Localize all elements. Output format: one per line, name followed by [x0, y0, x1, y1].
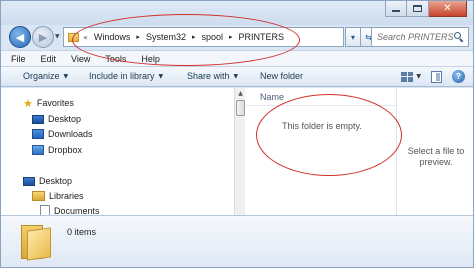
- dropdown-arrow-icon: ▼: [63, 72, 69, 80]
- chevron-down-icon: ▾: [350, 32, 355, 42]
- minimize-button[interactable]: [385, 1, 407, 17]
- file-list[interactable]: Name This folder is empty.: [246, 88, 396, 215]
- menu-bar: File Edit View Tools Help: [1, 50, 473, 66]
- dropbox-icon: [32, 145, 44, 155]
- nav-item-label: Downloads: [48, 129, 93, 139]
- change-view-icon[interactable]: [401, 71, 414, 82]
- folder-icon: [21, 225, 51, 261]
- recent-pages-dropdown[interactable]: ▼: [55, 33, 60, 40]
- scroll-up-icon[interactable]: ▲: [235, 88, 246, 99]
- maximize-icon: [413, 5, 422, 12]
- breadcrumb-windows[interactable]: Windows: [94, 32, 131, 42]
- nav-item-dropbox[interactable]: Dropbox: [32, 143, 82, 157]
- nav-item-label: Desktop: [48, 114, 82, 124]
- share-with-button[interactable]: Share with ▼: [187, 71, 238, 81]
- breadcrumb-overflow-chevron[interactable]: «: [83, 33, 88, 42]
- details-pane: 0 items: [1, 215, 473, 267]
- explorer-window: ✕ ◀ ▶ ▼ « Windows ▸ System32 ▸ spool ▸ P…: [0, 0, 474, 268]
- nav-item-desktop[interactable]: Desktop: [32, 112, 81, 126]
- minimize-icon: [392, 9, 400, 12]
- preview-pane-icon[interactable]: [431, 70, 442, 83]
- title-bar: ✕: [1, 1, 473, 25]
- nav-item-label: Libraries: [49, 191, 84, 201]
- libraries-icon: [32, 191, 45, 201]
- search-input[interactable]: Search PRINTERS: [371, 27, 469, 47]
- scroll-thumb[interactable]: [236, 100, 245, 116]
- dropdown-arrow-icon: ▼: [158, 72, 164, 80]
- breadcrumb-spool[interactable]: spool: [201, 32, 223, 42]
- nav-item-favorites[interactable]: ★ Favorites: [23, 96, 74, 110]
- menu-edit[interactable]: Edit: [41, 54, 57, 64]
- nav-item-libraries[interactable]: Libraries: [32, 189, 84, 203]
- empty-folder-message: This folder is empty.: [282, 121, 362, 131]
- organize-button[interactable]: Organize ▼: [23, 71, 68, 81]
- view-controls: ▼ ?: [401, 70, 465, 83]
- nav-item-desktop-root[interactable]: Desktop: [23, 174, 72, 188]
- new-folder-label: New folder: [260, 71, 304, 81]
- close-icon: ✕: [443, 3, 452, 14]
- nav-item-downloads[interactable]: Downloads: [32, 127, 93, 141]
- breadcrumb-separator-icon[interactable]: ▸: [192, 33, 196, 41]
- column-header-label: Name: [260, 91, 285, 102]
- menu-view[interactable]: View: [71, 54, 90, 64]
- breadcrumb-system32[interactable]: System32: [146, 32, 186, 42]
- organize-label: Organize: [23, 71, 60, 81]
- nav-item-label: Dropbox: [48, 145, 83, 155]
- folder-icon: [68, 32, 79, 42]
- caption-buttons: ✕: [385, 1, 467, 17]
- include-in-library-label: Include in library: [89, 71, 155, 81]
- navigation-row: ◀ ▶ ▼ « Windows ▸ System32 ▸ spool ▸ PRI…: [1, 25, 473, 49]
- preview-pane: Select a file to preview.: [396, 88, 473, 215]
- back-button[interactable]: ◀: [9, 26, 31, 48]
- new-folder-button[interactable]: New folder: [260, 71, 303, 81]
- item-count: 0 items: [67, 227, 97, 237]
- forward-button[interactable]: ▶: [32, 26, 54, 48]
- dropdown-arrow-icon: ▼: [233, 72, 239, 80]
- breadcrumb-separator-icon[interactable]: ▸: [229, 33, 233, 41]
- nav-item-label: Favorites: [36, 98, 74, 108]
- arrow-left-icon: ◀: [15, 30, 25, 44]
- menu-tools[interactable]: Tools: [105, 54, 126, 64]
- downloads-icon: [32, 129, 44, 139]
- desktop-icon: [23, 176, 35, 186]
- arrow-right-icon: ▶: [38, 30, 48, 44]
- command-bar: Organize ▼ Include in library ▼ Share wi…: [1, 66, 473, 87]
- navigation-pane: ★ Favorites Desktop Downloads Dropbox De…: [1, 88, 234, 217]
- nav-item-label: Desktop: [39, 176, 73, 186]
- help-icon[interactable]: ?: [452, 70, 465, 83]
- maximize-button[interactable]: [407, 1, 429, 17]
- address-bar[interactable]: « Windows ▸ System32 ▸ spool ▸ PRINTERS: [63, 27, 344, 47]
- close-button[interactable]: ✕: [429, 1, 467, 17]
- column-header-name[interactable]: Name: [246, 88, 396, 106]
- view-options-dropdown[interactable]: ▼: [416, 73, 421, 80]
- menu-file[interactable]: File: [11, 54, 26, 64]
- preview-message: Select a file to preview.: [407, 146, 465, 167]
- nav-pane-scrollbar[interactable]: ▲: [234, 88, 245, 215]
- breadcrumb-separator-icon[interactable]: ▸: [136, 33, 140, 41]
- search-icon[interactable]: [454, 32, 464, 43]
- star-icon: ★: [23, 96, 33, 110]
- content-area: ★ Favorites Desktop Downloads Dropbox De…: [1, 88, 473, 217]
- share-with-label: Share with: [187, 71, 230, 81]
- menu-help[interactable]: Help: [141, 54, 160, 64]
- breadcrumb-printers[interactable]: PRINTERS: [239, 32, 285, 42]
- desktop-icon: [32, 114, 44, 124]
- address-dropdown-button[interactable]: ▾: [345, 27, 361, 47]
- include-in-library-button[interactable]: Include in library ▼: [89, 71, 163, 81]
- search-placeholder: Search PRINTERS: [377, 32, 454, 42]
